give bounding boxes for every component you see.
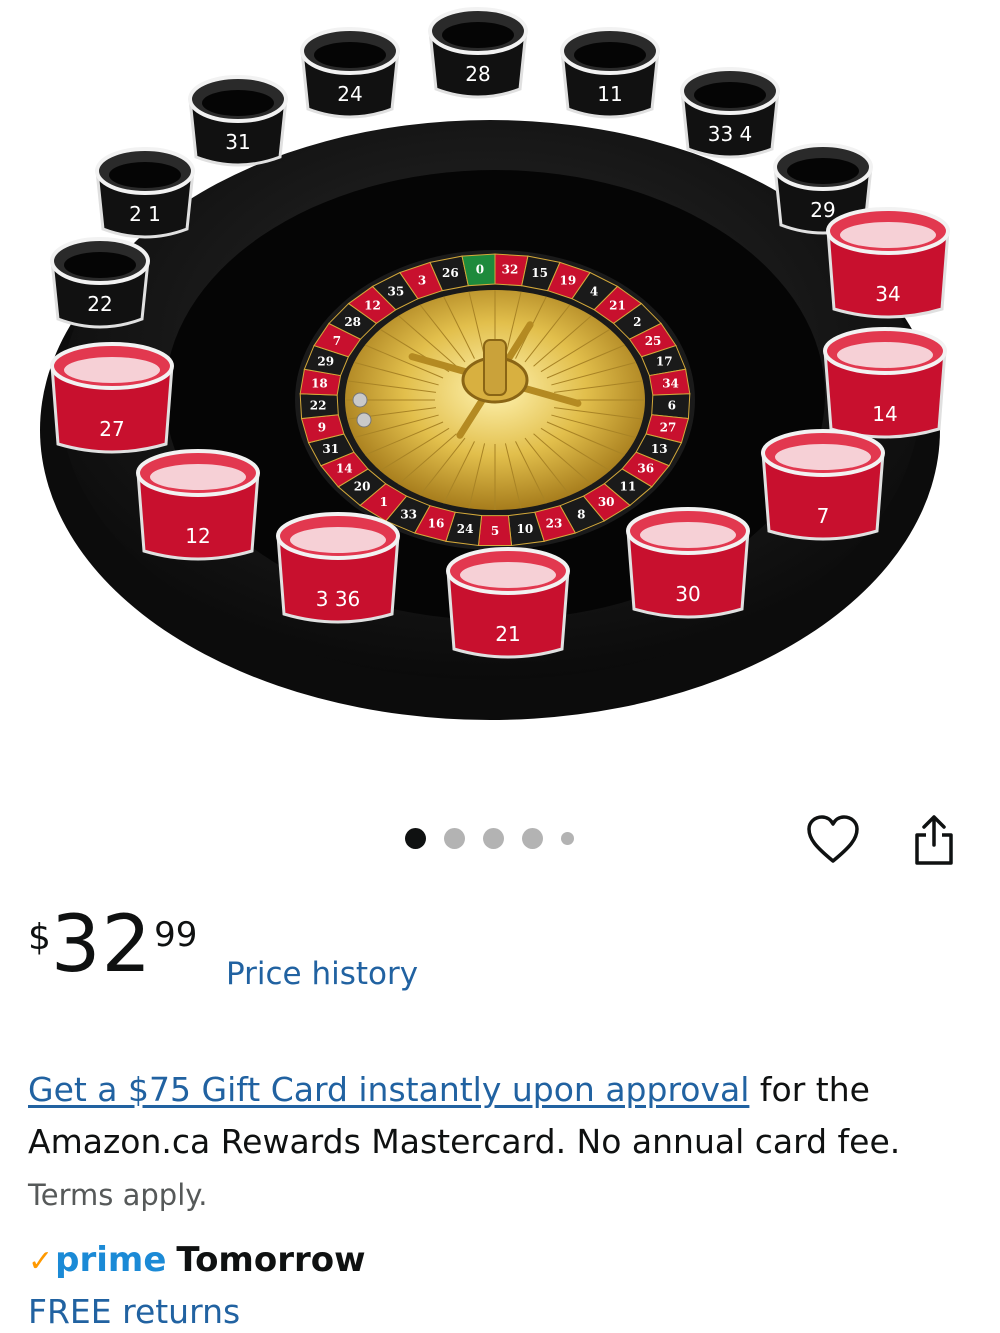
roulette-ball	[356, 412, 372, 428]
wheel-pocket-number: 20	[354, 480, 371, 494]
wheel-pocket-number: 15	[531, 266, 548, 280]
favorite-button[interactable]	[805, 812, 861, 868]
glass-number: 27	[99, 417, 124, 441]
wheel-pocket-number: 30	[598, 495, 615, 509]
wheel-pocket-number: 28	[344, 315, 361, 329]
glass-number: 24	[337, 82, 362, 106]
wheel-pocket-number: 12	[364, 298, 381, 312]
glass-number: 3 36	[316, 587, 361, 611]
wheel-pocket-number: 27	[660, 421, 677, 435]
carousel-dot[interactable]	[483, 828, 504, 849]
wheel-pocket-number: 3	[418, 274, 426, 288]
glass-number: 22	[87, 292, 112, 316]
prime-wordmark: prime	[55, 1240, 167, 1280]
black-shot-glass: 33 4	[680, 67, 780, 159]
red-shot-glass: 3 36	[276, 512, 400, 624]
share-button[interactable]	[906, 812, 962, 868]
prime-check-icon: ✓	[28, 1244, 54, 1279]
wheel-pocket-number: 10	[517, 522, 534, 536]
heart-icon	[807, 815, 859, 863]
glass-number: 28	[465, 62, 490, 86]
black-shot-glass: 31	[188, 75, 288, 167]
wheel-pocket-number: 29	[317, 355, 334, 369]
price-fraction: 99	[154, 915, 198, 955]
image-carousel-dots[interactable]	[405, 828, 574, 849]
wheel-pocket-number: 32	[502, 262, 519, 276]
wheel-pocket-number: 34	[662, 376, 679, 390]
red-shot-glass: 12	[136, 449, 260, 561]
red-shot-glass: 30	[626, 507, 750, 619]
delivery-info: ✓ prime Tomorrow	[28, 1240, 366, 1280]
price-currency-symbol: $	[28, 917, 51, 958]
red-shot-glass: 14	[823, 327, 947, 439]
glass-number: 14	[872, 402, 897, 426]
glass-number: 12	[185, 524, 210, 548]
roulette-set-image: 32 15194212251734627133611308231052416331…	[40, 7, 950, 720]
promo-banner: Get a $75 Gift Card instantly upon appro…	[28, 1064, 968, 1221]
glass-number: 34	[875, 282, 900, 306]
red-shot-glass: 34	[826, 207, 950, 319]
wheel-pocket-number: 16	[428, 517, 445, 531]
glass-number: 29	[810, 198, 835, 222]
black-shot-glass: 11	[560, 27, 660, 119]
wheel-pocket-number: 7	[333, 334, 341, 348]
glass-number: 2 1	[129, 202, 161, 226]
delivery-day: Tomorrow	[176, 1240, 366, 1280]
black-shot-glass: 24	[300, 27, 400, 119]
wheel-pocket-number: 25	[645, 334, 662, 348]
carousel-dot[interactable]	[561, 832, 574, 845]
wheel-pocket-number: 5	[491, 524, 499, 538]
wheel-pocket-number: 14	[336, 462, 353, 476]
wheel-pocket-number: 22	[310, 399, 327, 413]
wheel-pocket-number: 13	[651, 442, 668, 456]
black-shot-glass: 22	[50, 237, 150, 329]
wheel-pocket-number: 21	[609, 298, 626, 312]
free-returns-link[interactable]: FREE returns	[28, 1292, 240, 1331]
glass-number: 11	[597, 82, 622, 106]
red-shot-glass: 21	[446, 547, 570, 659]
wheel-pocket-number: 35	[388, 284, 405, 298]
carousel-dot-active[interactable]	[405, 828, 426, 849]
gift-card-offer-link[interactable]: Get a $75 Gift Card instantly upon appro…	[28, 1070, 749, 1109]
wheel-pocket-number: 4	[590, 284, 598, 298]
glass-number: 33 4	[708, 122, 753, 146]
wheel-spindle	[483, 339, 507, 396]
glass-number: 7	[817, 504, 830, 528]
red-shot-glass: 27	[50, 342, 174, 454]
product-price: $ 32 99	[28, 906, 197, 984]
share-icon	[915, 815, 953, 865]
product-image[interactable]: 32 15 19 4 21 2 25 17 34 6 27 13 36 11 30 8 23 10 5 24 16 33 1…	[0, 0, 1000, 790]
wheel-pocket-number: 24	[457, 522, 474, 536]
glass-number: 21	[495, 622, 520, 646]
wheel-pocket-number: 11	[620, 480, 637, 494]
wheel-pocket-number: 6	[668, 399, 676, 413]
black-shot-glass: 28	[428, 7, 528, 99]
wheel-pocket-number: 0	[476, 262, 484, 276]
wheel-pocket-number: 26	[442, 266, 459, 280]
wheel-pocket-number: 19	[560, 274, 577, 288]
wheel-pocket-number: 36	[637, 462, 654, 476]
terms-apply-text[interactable]: Terms apply.	[28, 1178, 208, 1212]
roulette-ball	[352, 392, 368, 408]
carousel-dot[interactable]	[522, 828, 543, 849]
wheel-pocket-number: 23	[546, 517, 563, 531]
glass-number: 30	[675, 582, 700, 606]
carousel-dot[interactable]	[444, 828, 465, 849]
price-history-link[interactable]: Price history	[226, 956, 418, 992]
price-whole: 32	[50, 900, 153, 990]
wheel-pocket-number: 33	[400, 507, 417, 521]
roulette-wheel: 32 15194212251734627133611308231052416331…	[295, 250, 695, 550]
black-shot-glass: 2 1	[95, 147, 195, 239]
wheel-pocket-number: 9	[318, 421, 326, 435]
prime-logo: ✓ prime	[28, 1240, 166, 1280]
wheel-pocket-number: 17	[656, 355, 673, 369]
glass-number: 31	[225, 130, 250, 154]
wheel-pocket-number: 8	[577, 507, 585, 521]
red-shot-glass: 7	[761, 429, 885, 541]
wheel-pocket-number: 2	[633, 315, 641, 329]
wheel-pocket-number: 18	[311, 376, 328, 390]
wheel-pocket-number: 1	[380, 495, 388, 509]
wheel-pocket-number: 31	[322, 442, 339, 456]
